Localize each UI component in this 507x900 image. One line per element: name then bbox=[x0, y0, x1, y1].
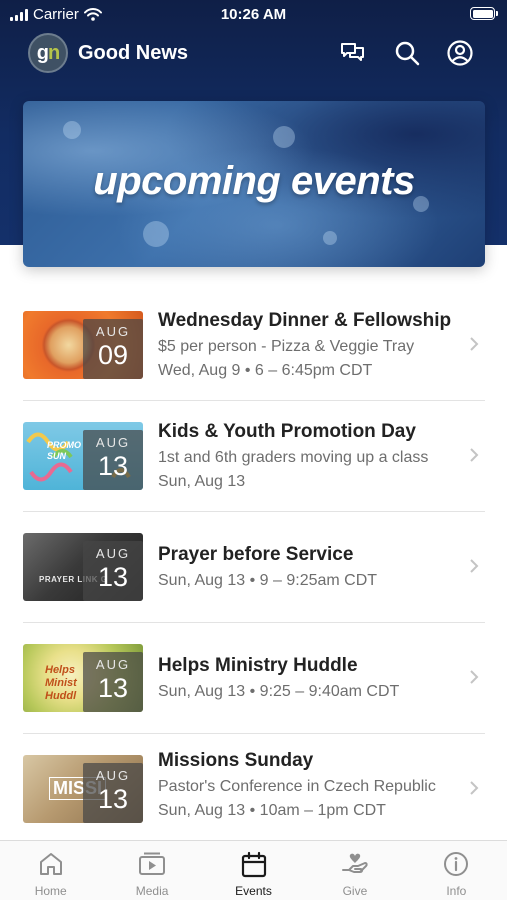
tab-info[interactable]: Info bbox=[406, 841, 507, 900]
bottom-tab-bar: Home Media Events Give Info bbox=[0, 840, 507, 900]
event-description: Pastor's Conference in Czech Republic bbox=[158, 778, 436, 795]
event-datetime: Sun, Aug 13 bbox=[158, 473, 246, 490]
event-datetime: Wed, Aug 9 • 6 – 6:45pm CDT bbox=[158, 362, 373, 379]
event-thumbnail: AUG 09 bbox=[23, 311, 143, 379]
tab-give[interactable]: Give bbox=[304, 841, 405, 900]
event-datetime: Sun, Aug 13 • 9:25 – 9:40am CDT bbox=[158, 683, 400, 700]
event-thumbnail: MISSI AUG 13 bbox=[23, 755, 143, 823]
event-thumbnail: PRAYER LINK G AUG 13 bbox=[23, 533, 143, 601]
event-row[interactable]: Helps Minist Huddl AUG 13 Helps Ministry… bbox=[23, 623, 485, 734]
event-date-badge: AUG 13 bbox=[83, 763, 143, 823]
chevron-right-icon bbox=[470, 337, 479, 351]
event-row[interactable]: AUG 09 Wednesday Dinner & Fellowship $5 … bbox=[23, 290, 485, 401]
event-title: Helps Ministry Huddle bbox=[158, 655, 358, 676]
status-bar: Carrier 10:26 AM bbox=[0, 0, 507, 28]
media-icon bbox=[139, 852, 166, 875]
event-date-badge: AUG 13 bbox=[83, 541, 143, 601]
event-title: Wednesday Dinner & Fellowship bbox=[158, 310, 452, 331]
give-icon bbox=[341, 853, 368, 873]
event-list: AUG 09 Wednesday Dinner & Fellowship $5 … bbox=[0, 290, 507, 845]
event-date-badge: AUG 09 bbox=[83, 319, 143, 379]
tab-events[interactable]: Events bbox=[203, 841, 304, 900]
event-date-badge: AUG 13 bbox=[83, 430, 143, 490]
battery-icon bbox=[470, 7, 498, 20]
tab-label: Media bbox=[135, 884, 169, 898]
calendar-icon bbox=[241, 851, 266, 878]
search-icon[interactable] bbox=[392, 38, 422, 68]
home-icon bbox=[39, 853, 62, 875]
tab-media[interactable]: Media bbox=[101, 841, 202, 900]
chevron-right-icon bbox=[470, 448, 479, 462]
event-thumbnail: Helps Minist Huddl AUG 13 bbox=[23, 644, 143, 712]
upcoming-events-banner: upcoming events bbox=[23, 101, 485, 267]
chevron-right-icon bbox=[470, 559, 479, 573]
event-title: Prayer before Service bbox=[158, 544, 354, 565]
event-date-badge: AUG 13 bbox=[83, 652, 143, 712]
chevron-right-icon bbox=[470, 781, 479, 795]
banner-title: upcoming events bbox=[93, 159, 415, 203]
tab-label: Events bbox=[235, 884, 272, 898]
event-thumbnail: PROMO SUN AUG 13 bbox=[23, 422, 143, 490]
top-navbar: gn Good News bbox=[0, 30, 507, 76]
event-description: 1st and 6th graders moving up a class bbox=[158, 449, 429, 466]
event-row[interactable]: MISSI AUG 13 Missions Sunday Pastor's Co… bbox=[23, 734, 485, 845]
tab-home[interactable]: Home bbox=[0, 841, 101, 900]
tab-label: Info bbox=[446, 884, 467, 898]
event-title: Kids & Youth Promotion Day bbox=[158, 421, 416, 442]
chat-icon[interactable] bbox=[338, 38, 368, 68]
info-icon bbox=[444, 852, 469, 876]
event-row[interactable]: PRAYER LINK G AUG 13 Prayer before Servi… bbox=[23, 512, 485, 623]
event-row[interactable]: PROMO SUN AUG 13 Kids & Youth Promotion … bbox=[23, 401, 485, 512]
status-time: 10:26 AM bbox=[220, 6, 287, 23]
app-logo[interactable]: gn bbox=[28, 33, 68, 73]
chevron-right-icon bbox=[470, 670, 479, 684]
profile-icon[interactable] bbox=[445, 38, 475, 68]
tab-label: Home bbox=[34, 884, 67, 898]
event-description: $5 per person - Pizza & Veggie Tray bbox=[158, 338, 415, 355]
tab-label: Give bbox=[342, 884, 368, 898]
event-datetime: Sun, Aug 13 • 9 – 9:25am CDT bbox=[158, 572, 378, 589]
event-title: Missions Sunday bbox=[158, 750, 314, 771]
thumbnail-label: PROMO SUN bbox=[47, 440, 82, 461]
event-datetime: Sun, Aug 13 • 10am – 1pm CDT bbox=[158, 802, 386, 819]
app-title: Good News bbox=[78, 42, 189, 64]
